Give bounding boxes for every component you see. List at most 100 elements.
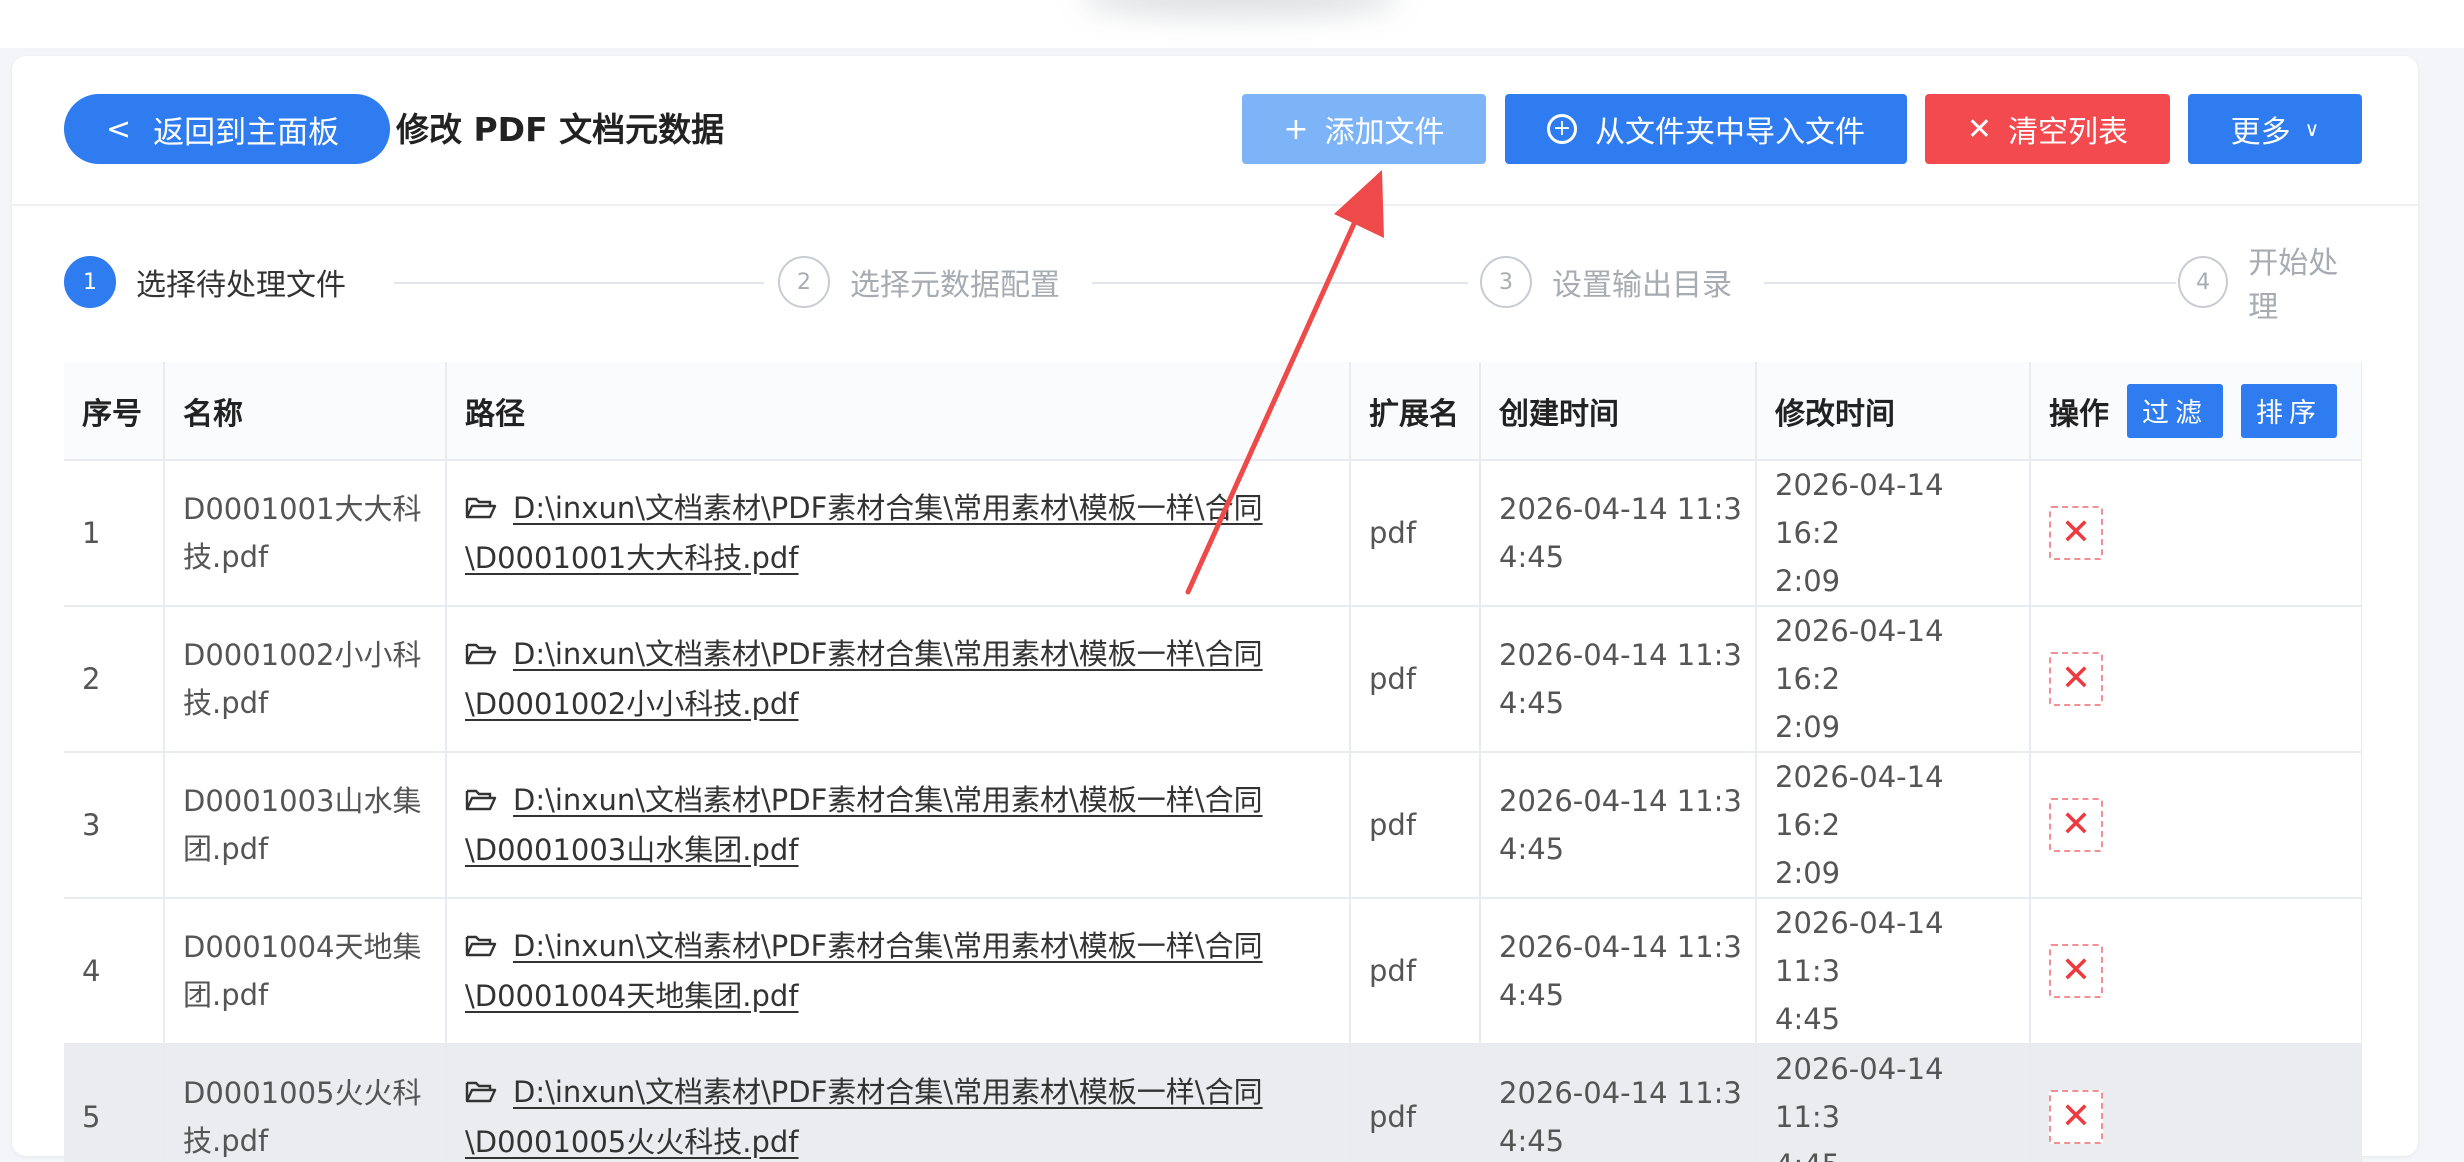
step-2-number: 2	[778, 256, 830, 308]
step-4-label: 开始处理	[2248, 246, 2339, 325]
clear-list-label: 清空列表	[2008, 115, 2129, 150]
cell-modified: 2026-04-14 16:2 2:09	[1756, 460, 2031, 607]
table-row[interactable]: 5 D0001005火火科 技.pdf D:\inxun\文档素材\PDF素材合集\常…	[64, 1044, 2362, 1162]
cell-ops: ✕	[2030, 752, 2362, 899]
clear-list-button[interactable]: ✕ 清空列表	[1925, 94, 2170, 164]
path-line2: \D0001003山水集团.pdf	[465, 826, 1337, 874]
col-ext: 扩展名	[1350, 362, 1481, 461]
close-icon: ✕	[2060, 804, 2092, 845]
modified-line2: 4:45	[1775, 1002, 1841, 1036]
add-file-button[interactable]: + 添加文件	[1242, 94, 1486, 164]
cell-name-line1: D0001003山水集	[183, 784, 422, 818]
path-line2: \D0001001大大科技.pdf	[465, 534, 1337, 582]
cell-created: 2026-04-14 11:3 4:45	[1480, 460, 1757, 607]
cell-name-line1: D0001005火火科	[183, 1076, 422, 1110]
folder-open-icon[interactable]	[465, 1070, 497, 1118]
path-link[interactable]: D:\inxun\文档素材\PDF素材合集\常用素材\模板一样\合同	[513, 1075, 1263, 1109]
cell-ext: pdf	[1350, 1044, 1481, 1162]
delete-row-button[interactable]: ✕	[2049, 506, 2103, 560]
delete-row-button[interactable]: ✕	[2049, 1090, 2103, 1144]
cell-name-line1: D0001004天地集	[183, 930, 422, 964]
delete-row-button[interactable]: ✕	[2049, 798, 2103, 852]
path-link-filename[interactable]: \D0001005火火科技.pdf	[465, 1125, 799, 1159]
path-link-filename[interactable]: \D0001003山水集团.pdf	[465, 833, 799, 867]
ops-header: 操作 过滤 排序	[2049, 383, 2361, 438]
folder-open-icon[interactable]	[465, 632, 497, 680]
step-2: 2 选择元数据配置	[778, 252, 1060, 312]
table-row[interactable]: 4 D0001004天地集 团.pdf D:\inxun\文档素材\PDF素材合集\常…	[64, 898, 2362, 1045]
cell-name: D0001004天地集 团.pdf	[164, 898, 447, 1045]
step-1-label: 选择待处理文件	[136, 268, 346, 303]
folder-open-icon[interactable]	[465, 486, 497, 534]
cell-index: 3	[64, 752, 165, 899]
step-connector	[1092, 282, 1468, 284]
step-4-number: 4	[2178, 256, 2229, 308]
cell-ops: ✕	[2030, 460, 2362, 607]
created-line2: 4:45	[1499, 832, 1565, 866]
path-line2: \D0001002小小科技.pdf	[465, 680, 1337, 728]
plus-circle-icon: +	[1547, 114, 1577, 144]
close-icon: ✕	[2060, 512, 2092, 553]
cell-ext: pdf	[1350, 606, 1481, 753]
created-line1: 2026-04-14 11:3	[1499, 638, 1742, 672]
modified-line1: 2026-04-14 16:2	[1775, 468, 1944, 550]
path-line1: D:\inxun\文档素材\PDF素材合集\常用素材\模板一样\合同	[465, 922, 1337, 972]
created-line2: 4:45	[1499, 686, 1565, 720]
cell-ops: ✕	[2030, 1044, 2362, 1162]
back-to-dashboard-button[interactable]: < 返回到主面板	[64, 94, 390, 164]
path-link[interactable]: D:\inxun\文档素材\PDF素材合集\常用素材\模板一样\合同	[513, 783, 1263, 817]
main-card: < 返回到主面板 修改 PDF 文档元数据 + 添加文件 + 从文件夹中导入文件…	[12, 56, 2418, 1162]
cell-name-line2: 技.pdf	[183, 540, 269, 574]
cell-path: D:\inxun\文档素材\PDF素材合集\常用素材\模板一样\合同 \D0001…	[446, 460, 1351, 607]
folder-open-icon[interactable]	[465, 778, 497, 826]
file-table: 序号 名称 路径 扩展名 创建时间 修改时间 操作 过滤 排序 1 D00010…	[64, 362, 2362, 1162]
cell-name: D0001005火火科 技.pdf	[164, 1044, 447, 1162]
ops-label: 操作	[2049, 396, 2109, 432]
cell-ops: ✕	[2030, 606, 2362, 753]
cell-name-line1: D0001001大大科	[183, 492, 422, 526]
table-row[interactable]: 2 D0001002小小科 技.pdf D:\inxun\文档素材\PDF素材合集\常…	[64, 606, 2362, 753]
folder-open-icon[interactable]	[465, 924, 497, 972]
cell-index: 1	[64, 460, 165, 607]
close-icon: ✕	[2060, 1096, 2092, 1137]
cell-path: D:\inxun\文档素材\PDF素材合集\常用素材\模板一样\合同 \D0001…	[446, 898, 1351, 1045]
delete-row-button[interactable]: ✕	[2049, 652, 2103, 706]
step-1: 1 选择待处理文件	[64, 252, 346, 312]
table-row[interactable]: 1 D0001001大大科 技.pdf D:\inxun\文档素材\PDF素材合集\常…	[64, 460, 2362, 607]
cell-name: D0001003山水集 团.pdf	[164, 752, 447, 899]
import-folder-button[interactable]: + 从文件夹中导入文件	[1505, 94, 1907, 164]
step-1-number: 1	[64, 256, 116, 308]
created-line1: 2026-04-14 11:3	[1499, 784, 1742, 818]
path-link[interactable]: D:\inxun\文档素材\PDF素材合集\常用素材\模板一样\合同	[513, 491, 1263, 525]
col-index: 序号	[64, 362, 165, 461]
cell-modified: 2026-04-14 11:3 4:45	[1756, 1044, 2031, 1162]
step-3-number: 3	[1480, 256, 1532, 308]
sort-button[interactable]: 排序	[2241, 383, 2337, 438]
plus-icon: +	[1283, 111, 1309, 147]
path-link-filename[interactable]: \D0001002小小科技.pdf	[465, 687, 799, 721]
step-2-label: 选择元数据配置	[850, 268, 1060, 303]
filter-button[interactable]: 过滤	[2127, 383, 2223, 438]
steps-progress: 1 选择待处理文件 2 选择元数据配置 3 设置输出目录 4 开始处理	[64, 246, 2364, 325]
delete-row-button[interactable]: ✕	[2049, 944, 2103, 998]
created-line2: 4:45	[1499, 540, 1565, 574]
created-line1: 2026-04-14 11:3	[1499, 930, 1742, 964]
path-link-filename[interactable]: \D0001004天地集团.pdf	[465, 979, 799, 1013]
col-name: 名称	[164, 362, 447, 461]
step-3: 3 设置输出目录	[1480, 252, 1732, 312]
path-link[interactable]: D:\inxun\文档素材\PDF素材合集\常用素材\模板一样\合同	[513, 929, 1263, 963]
created-line2: 4:45	[1499, 978, 1565, 1012]
close-icon: ✕	[2060, 950, 2092, 991]
cell-name: D0001001大大科 技.pdf	[164, 460, 447, 607]
path-line1: D:\inxun\文档素材\PDF素材合集\常用素材\模板一样\合同	[465, 776, 1337, 826]
path-link[interactable]: D:\inxun\文档素材\PDF素材合集\常用素材\模板一样\合同	[513, 637, 1263, 671]
path-link-filename[interactable]: \D0001001大大科技.pdf	[465, 541, 799, 575]
more-button[interactable]: 更多 ∨	[2188, 94, 2362, 164]
modified-line1: 2026-04-14 16:2	[1775, 760, 1944, 842]
cell-name-line2: 技.pdf	[183, 1124, 269, 1158]
path-line1: D:\inxun\文档素材\PDF素材合集\常用素材\模板一样\合同	[465, 1068, 1337, 1118]
cell-index: 4	[64, 898, 165, 1045]
cell-ext: pdf	[1350, 460, 1481, 607]
table-row[interactable]: 3 D0001003山水集 团.pdf D:\inxun\文档素材\PDF素材合集\常…	[64, 752, 2362, 899]
cell-modified: 2026-04-14 11:3 4:45	[1756, 898, 2031, 1045]
